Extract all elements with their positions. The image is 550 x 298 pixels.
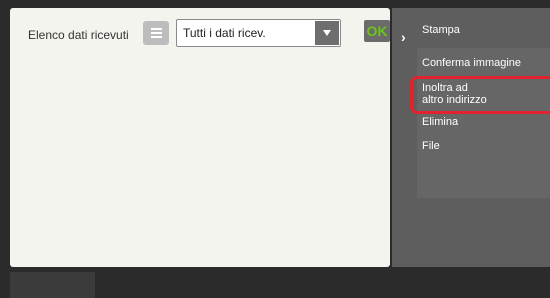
ok-button[interactable]: OK <box>364 20 390 42</box>
menu-item-conferma-immagine[interactable]: Conferma immagine <box>422 57 521 69</box>
chevron-right-icon[interactable]: › <box>401 29 406 45</box>
list-view-button[interactable] <box>143 21 169 45</box>
menu-item-stampa[interactable]: Stampa <box>422 24 460 36</box>
highlight-frame <box>410 76 550 114</box>
menu-item-elimina[interactable]: Elimina <box>422 116 458 128</box>
list-icon <box>150 28 162 38</box>
filter-dropdown-value: Tutti i dati ricev. <box>183 26 266 40</box>
bottom-tab[interactable] <box>10 272 95 298</box>
action-side-panel <box>392 8 550 267</box>
menu-item-file[interactable]: File <box>422 140 440 152</box>
page-title: Elenco dati ricevuti <box>28 28 129 42</box>
filter-dropdown[interactable]: Tutti i dati ricev. <box>176 19 341 47</box>
chevron-down-icon[interactable] <box>315 21 339 45</box>
